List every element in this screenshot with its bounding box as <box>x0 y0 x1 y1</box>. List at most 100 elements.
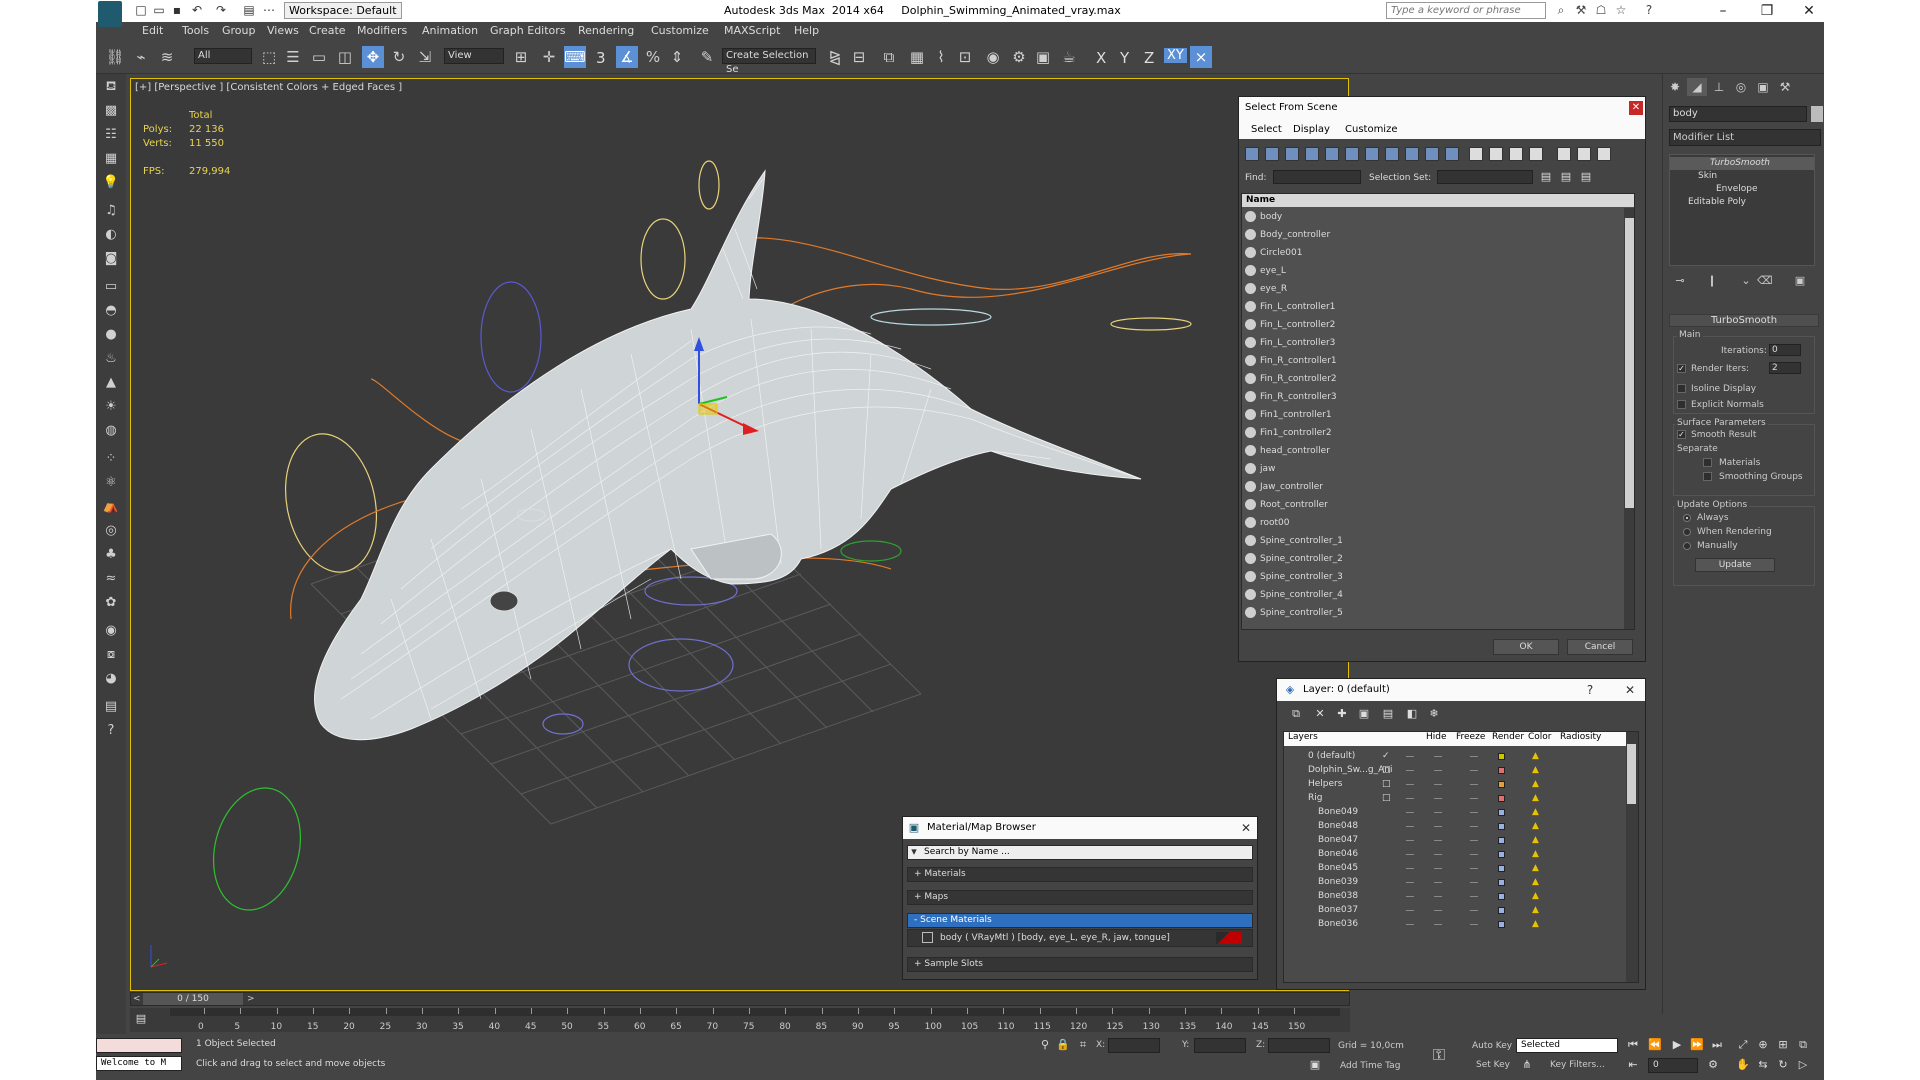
pan-icon[interactable]: ✋ <box>1736 1058 1750 1072</box>
z-coord-field[interactable] <box>1268 1038 1330 1053</box>
go-to-start-icon[interactable]: ⏮ <box>1626 1038 1640 1052</box>
delete-layer-icon[interactable]: ✕ <box>1313 707 1327 721</box>
help-button[interactable]: ? <box>1583 683 1597 697</box>
render-iters-checkbox[interactable]: ✓ <box>1677 364 1686 373</box>
always-radio[interactable] <box>1683 514 1691 522</box>
scene-object-row[interactable]: Spine_controller_5 <box>1242 604 1622 622</box>
stack-item-editable-poly[interactable]: Editable Poly <box>1670 196 1814 209</box>
time-slider-thumb[interactable]: 0 / 150 <box>143 993 243 1005</box>
radiosity-icon[interactable]: ▲ <box>1532 863 1540 873</box>
isoline-display-checkbox[interactable] <box>1677 384 1686 393</box>
current-frame-field[interactable]: 0 <box>1648 1058 1698 1073</box>
manipulate-icon[interactable]: ✛ <box>538 46 560 68</box>
layer-toggle[interactable] <box>1406 784 1414 785</box>
layer-toggle[interactable] <box>1470 756 1478 757</box>
mini-curve-editor-icon[interactable]: ▤ <box>134 1012 148 1026</box>
toggle-ribbon-icon[interactable]: ▦ <box>906 46 928 68</box>
layer-toggle[interactable] <box>1470 770 1478 771</box>
highlight-layer-icon[interactable]: ▤ <box>1381 707 1395 721</box>
stack-item-envelope[interactable]: Envelope <box>1670 183 1814 196</box>
radiosity-icon[interactable]: ▲ <box>1532 765 1540 775</box>
selection-set-dropdown[interactable] <box>1437 170 1533 184</box>
list-icon[interactable]: ☷ <box>102 126 120 144</box>
maximize-icon[interactable]: ❐ <box>1752 1 1782 21</box>
undo-icon[interactable]: ↶ <box>190 3 204 17</box>
layer-explorer-icon[interactable]: ⧉ <box>878 46 900 68</box>
scene-object-row[interactable]: Fin_R_controller2 <box>1242 370 1622 388</box>
ball-icon[interactable]: ◍ <box>102 422 120 440</box>
menu-rendering[interactable]: Rendering <box>578 24 634 37</box>
radiosity-icon[interactable]: ▲ <box>1532 793 1540 803</box>
project-folder-icon[interactable]: ▤ <box>242 3 256 17</box>
scene-object-row[interactable]: Jaw_controller <box>1242 478 1622 496</box>
set-key-filter-icon[interactable]: ⋔ <box>1520 1058 1534 1072</box>
select-move-icon[interactable]: ✥ <box>362 46 384 68</box>
layer-toggle[interactable] <box>1406 854 1414 855</box>
time-config-icon[interactable]: ⚙ <box>1706 1058 1720 1072</box>
selection-filter-dropdown[interactable]: All <box>194 48 252 64</box>
select-by-name-icon[interactable]: ☰ <box>282 46 304 68</box>
reference-coord-dropdown[interactable]: View <box>444 48 504 64</box>
radiosity-icon[interactable]: ▲ <box>1532 779 1540 789</box>
find-input[interactable] <box>1273 170 1361 184</box>
col-color[interactable]: Color <box>1528 732 1552 742</box>
zoom-all-icon[interactable]: ⊞ <box>1776 1038 1790 1052</box>
layer-color-swatch[interactable] <box>1498 823 1505 830</box>
radiosity-icon[interactable]: ▲ <box>1532 821 1540 831</box>
next-key-icon[interactable]: ⏩ <box>1690 1038 1704 1052</box>
layer-toggle[interactable] <box>1434 756 1442 757</box>
configure-sets-icon[interactable]: ▣ <box>1793 274 1807 288</box>
scene-object-row[interactable]: Fin_L_controller3 <box>1242 334 1622 352</box>
subscription-icon[interactable]: ⚒ <box>1574 3 1588 17</box>
col-freeze[interactable]: Freeze <box>1456 732 1485 742</box>
menu-animation[interactable]: Animation <box>422 24 478 37</box>
layer-toggle[interactable] <box>1434 826 1442 827</box>
scene-object-row[interactable]: Spine_controller_2 <box>1242 550 1622 568</box>
layer-toggle[interactable] <box>1470 924 1478 925</box>
close-icon[interactable]: ✕ <box>1629 101 1643 115</box>
turbosmooth-rollout-header[interactable]: TurboSmooth <box>1669 314 1819 327</box>
layer-toggle[interactable] <box>1470 854 1478 855</box>
filter-cameras-icon[interactable] <box>1305 147 1319 161</box>
radiosity-icon[interactable]: ▲ <box>1532 807 1540 817</box>
layer-color-swatch[interactable] <box>1498 879 1505 886</box>
search-by-name-input[interactable]: Search by Name ... <box>907 845 1253 860</box>
layer-toggle[interactable] <box>1434 840 1442 841</box>
menu-views[interactable]: Views <box>267 24 299 37</box>
remove-modifier-icon[interactable]: ⌫ <box>1757 274 1773 288</box>
layer-toggle[interactable] <box>1434 882 1442 883</box>
list-scrollbar[interactable] <box>1624 208 1634 629</box>
edit-named-sets-icon[interactable]: ✎ <box>696 46 718 68</box>
filter-groups-icon[interactable] <box>1365 147 1379 161</box>
close-icon[interactable]: ✕ <box>1623 683 1637 697</box>
smooth-result-checkbox[interactable]: ✓ <box>1677 430 1686 439</box>
lock-selection-icon[interactable]: 🔒 <box>1056 1038 1070 1052</box>
select-all-icon[interactable] <box>1469 147 1483 161</box>
add-time-tag[interactable]: Add Time Tag <box>1340 1061 1400 1071</box>
bind-space-warp-icon[interactable]: ≋ <box>156 46 178 68</box>
scrollbar-thumb[interactable] <box>1627 744 1636 804</box>
group-sample-slots[interactable]: + Sample Slots <box>907 957 1253 972</box>
image-icon[interactable]: ▩ <box>102 102 120 120</box>
radiosity-icon[interactable]: ▲ <box>1532 877 1540 887</box>
menu-customize[interactable]: Customize <box>651 24 709 37</box>
select-object-icon[interactable]: ⬚ <box>258 46 280 68</box>
create-tab-icon[interactable]: ✸ <box>1665 78 1685 96</box>
add-to-layer-icon[interactable]: ✚ <box>1335 707 1349 721</box>
help-circle-icon[interactable]: ? <box>102 722 120 740</box>
layer-toggle[interactable] <box>1470 840 1478 841</box>
folder-icon[interactable]: ▤ <box>102 698 120 716</box>
layer-toggle[interactable] <box>1434 854 1442 855</box>
render-region-icon[interactable]: ⧇ <box>102 646 120 664</box>
time-slider[interactable]: < 0 / 150 > <box>130 992 1350 1006</box>
group-materials[interactable]: + Materials <box>907 867 1253 882</box>
time-tag-icon[interactable]: ▣ <box>1308 1058 1322 1072</box>
track-bar[interactable]: ▤ 0 5 10 15 20 25 30 35 40 45 50 55 60 65 70 75 80 85 90 95… <box>130 1008 1350 1032</box>
radiosity-icon[interactable]: ▲ <box>1532 751 1540 761</box>
select-none-icon[interactable] <box>1489 147 1503 161</box>
radiosity-icon[interactable]: ▲ <box>1532 891 1540 901</box>
absolute-mode-icon[interactable]: ⌗ <box>1076 1038 1090 1052</box>
materials-checkbox[interactable] <box>1703 458 1712 467</box>
grid-icon[interactable]: ▦ <box>102 150 120 168</box>
workspace-selector[interactable]: Workspace: Default <box>284 2 402 19</box>
